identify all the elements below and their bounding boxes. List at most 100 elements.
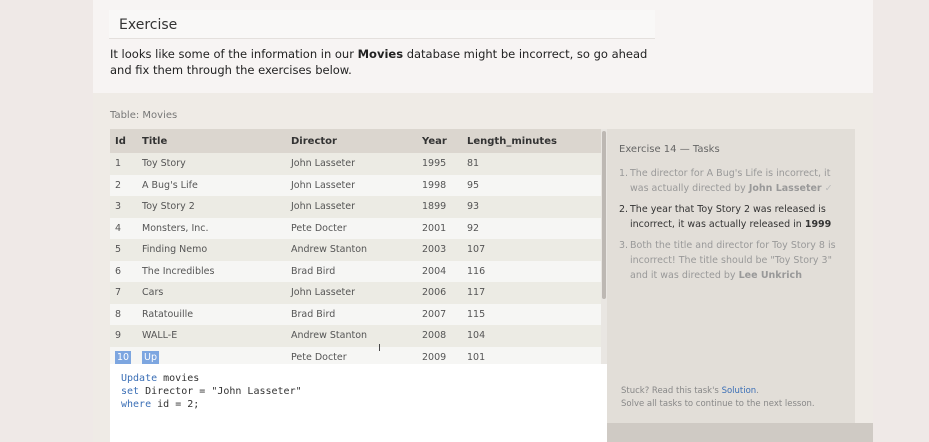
exercise-heading: Exercise (119, 17, 178, 33)
editor-text: movies (157, 373, 200, 384)
editor-line-2: set Director = "John Lasseter" (121, 385, 302, 398)
table-row: 8 Ratatouille Brad Bird 2007 115 (110, 303, 603, 325)
cell-title: The Incredibles (142, 265, 215, 277)
cell-length: 95 (467, 179, 480, 191)
cell-director: Brad Bird (291, 308, 336, 320)
cell-director: Andrew Stanton (291, 330, 368, 342)
tasks-panel: Exercise 14 — Tasks 1. The director for … (607, 129, 855, 442)
footer-line2: Solve all tasks to continue to the next … (621, 399, 815, 409)
task-number: 2. (619, 204, 629, 215)
cell-id: 9 (115, 330, 122, 342)
tasks-footer: Stuck? Read this task's Solution. Solve … (621, 385, 815, 411)
selected-text-id: 10 (115, 350, 132, 364)
selected-text-title: Up (142, 350, 159, 364)
cell-year: 2001 (422, 222, 447, 234)
table-row: 1 Toy Story John Lasseter 1995 81 (110, 153, 603, 175)
table-row: 7 Cars John Lasseter 2006 117 (110, 282, 603, 304)
column-header-length: Length_minutes (467, 135, 557, 147)
cell-year: 2007 (422, 308, 447, 320)
task-bold: John Lasseter (748, 183, 822, 194)
cell-length: 93 (467, 201, 480, 213)
solution-link[interactable]: Solution (722, 386, 757, 396)
cell-director: John Lasseter (291, 158, 356, 170)
cell-director: Brad Bird (291, 265, 336, 277)
task-bold: 1999 (804, 219, 832, 230)
scrollbar-thumb[interactable] (602, 131, 606, 299)
table-row: 6 The Incredibles Brad Bird 2004 116 (110, 260, 603, 282)
intro-prefix: It looks like some of the information in… (110, 47, 358, 61)
cell-id: 4 (115, 222, 122, 234)
cell-length: 92 (467, 222, 480, 234)
cell-id: 8 (115, 308, 122, 320)
table-row: 10 Up Pete Docter 2009 101 (110, 346, 603, 365)
exercise-workarea: Table: Movies Id Title Director Year Len… (93, 93, 873, 442)
cell-title-selected: Up (142, 347, 291, 365)
cell-length: 115 (467, 308, 486, 320)
cell-year: 2003 (422, 244, 447, 256)
cell-title: Ratatouille (142, 308, 194, 320)
cell-director: Andrew Stanton (291, 244, 368, 256)
tasks-title: Exercise 14 — Tasks (619, 144, 720, 155)
editor-text: Director = (139, 386, 212, 397)
intro-bold: Movies (357, 47, 404, 61)
editor-text: id = 2; (151, 399, 200, 410)
column-header-director: Director (291, 135, 337, 147)
footer-prefix: Stuck? Read this task's (621, 386, 722, 396)
keyword-where: where (121, 399, 152, 410)
cell-year: 1998 (422, 179, 447, 191)
text-cursor-icon: I (378, 343, 381, 354)
column-header-year: Year (422, 135, 447, 147)
table-row: 4 Monsters, Inc. Pete Docter 2001 92 (110, 217, 603, 239)
cell-length: 107 (467, 244, 486, 256)
cell-id: 1 (115, 158, 122, 170)
cell-length: 116 (467, 265, 486, 277)
cell-length: 117 (467, 287, 486, 299)
cell-length: 101 (467, 351, 486, 363)
task-item-2: 2. The year that Toy Story 2 was release… (619, 202, 851, 232)
column-header-id: Id (115, 135, 126, 147)
sql-editor[interactable]: Update movies set Director = "John Lasse… (110, 364, 607, 442)
movies-table: Id Title Director Year Length_minutes 1 … (110, 129, 603, 364)
continue-button[interactable] (607, 423, 873, 442)
table-row: 2 A Bug's Life John Lasseter 1998 95 (110, 174, 603, 196)
exercise-intro: It looks like some of the information in… (110, 46, 670, 78)
editor-line-1: Update movies (121, 372, 199, 385)
cell-id: 6 (115, 265, 122, 277)
cell-id: 7 (115, 287, 122, 299)
cell-director: John Lasseter (291, 287, 356, 299)
task-text: Both the title and director for Toy Stor… (630, 240, 836, 281)
column-header-title: Title (142, 135, 168, 147)
footer-suffix: . (756, 386, 759, 396)
task-bold: Lee Unkrich (738, 270, 802, 281)
cell-length: 104 (467, 330, 486, 342)
task-number: 3. (619, 240, 629, 251)
table-row: 5 Finding Nemo Andrew Stanton 2003 107 (110, 239, 603, 261)
cell-title: Toy Story 2 (142, 201, 195, 213)
keyword-set: set (121, 386, 140, 397)
table-row: 3 Toy Story 2 John Lasseter 1899 93 (110, 196, 603, 218)
cell-year: 2009 (422, 351, 447, 363)
editor-line-3: where id = 2; (121, 398, 199, 411)
cell-id-selected: 10 (110, 347, 142, 365)
cell-year: 2008 (422, 330, 447, 342)
cell-director: Pete Docter (291, 222, 347, 234)
keyword-update: Update (121, 373, 158, 384)
cell-id: 2 (115, 179, 122, 191)
cell-title: Toy Story (142, 158, 186, 170)
cell-year: 1995 (422, 158, 447, 170)
cell-director: Pete Docter (291, 351, 347, 363)
cell-title: Finding Nemo (142, 244, 208, 256)
cell-director: John Lasseter (291, 201, 356, 213)
table-row: 9 WALL-E Andrew Stanton 2008 104 (110, 325, 603, 347)
cell-title: Monsters, Inc. (142, 222, 209, 234)
task-item-3: 3. Both the title and director for Toy S… (619, 238, 851, 283)
lesson-page: Exercise It looks like some of the infor… (93, 0, 873, 442)
cell-year: 1899 (422, 201, 447, 213)
exercise-heading-box: Exercise (109, 10, 655, 39)
task-text: The year that Toy Story 2 was released i… (630, 204, 826, 230)
cell-id: 3 (115, 201, 122, 213)
task-item-1: 1. The director for A Bug's Life is inco… (619, 166, 851, 196)
cell-director: John Lasseter (291, 179, 356, 191)
cell-title: Cars (142, 287, 164, 299)
cell-title: WALL-E (142, 330, 178, 342)
